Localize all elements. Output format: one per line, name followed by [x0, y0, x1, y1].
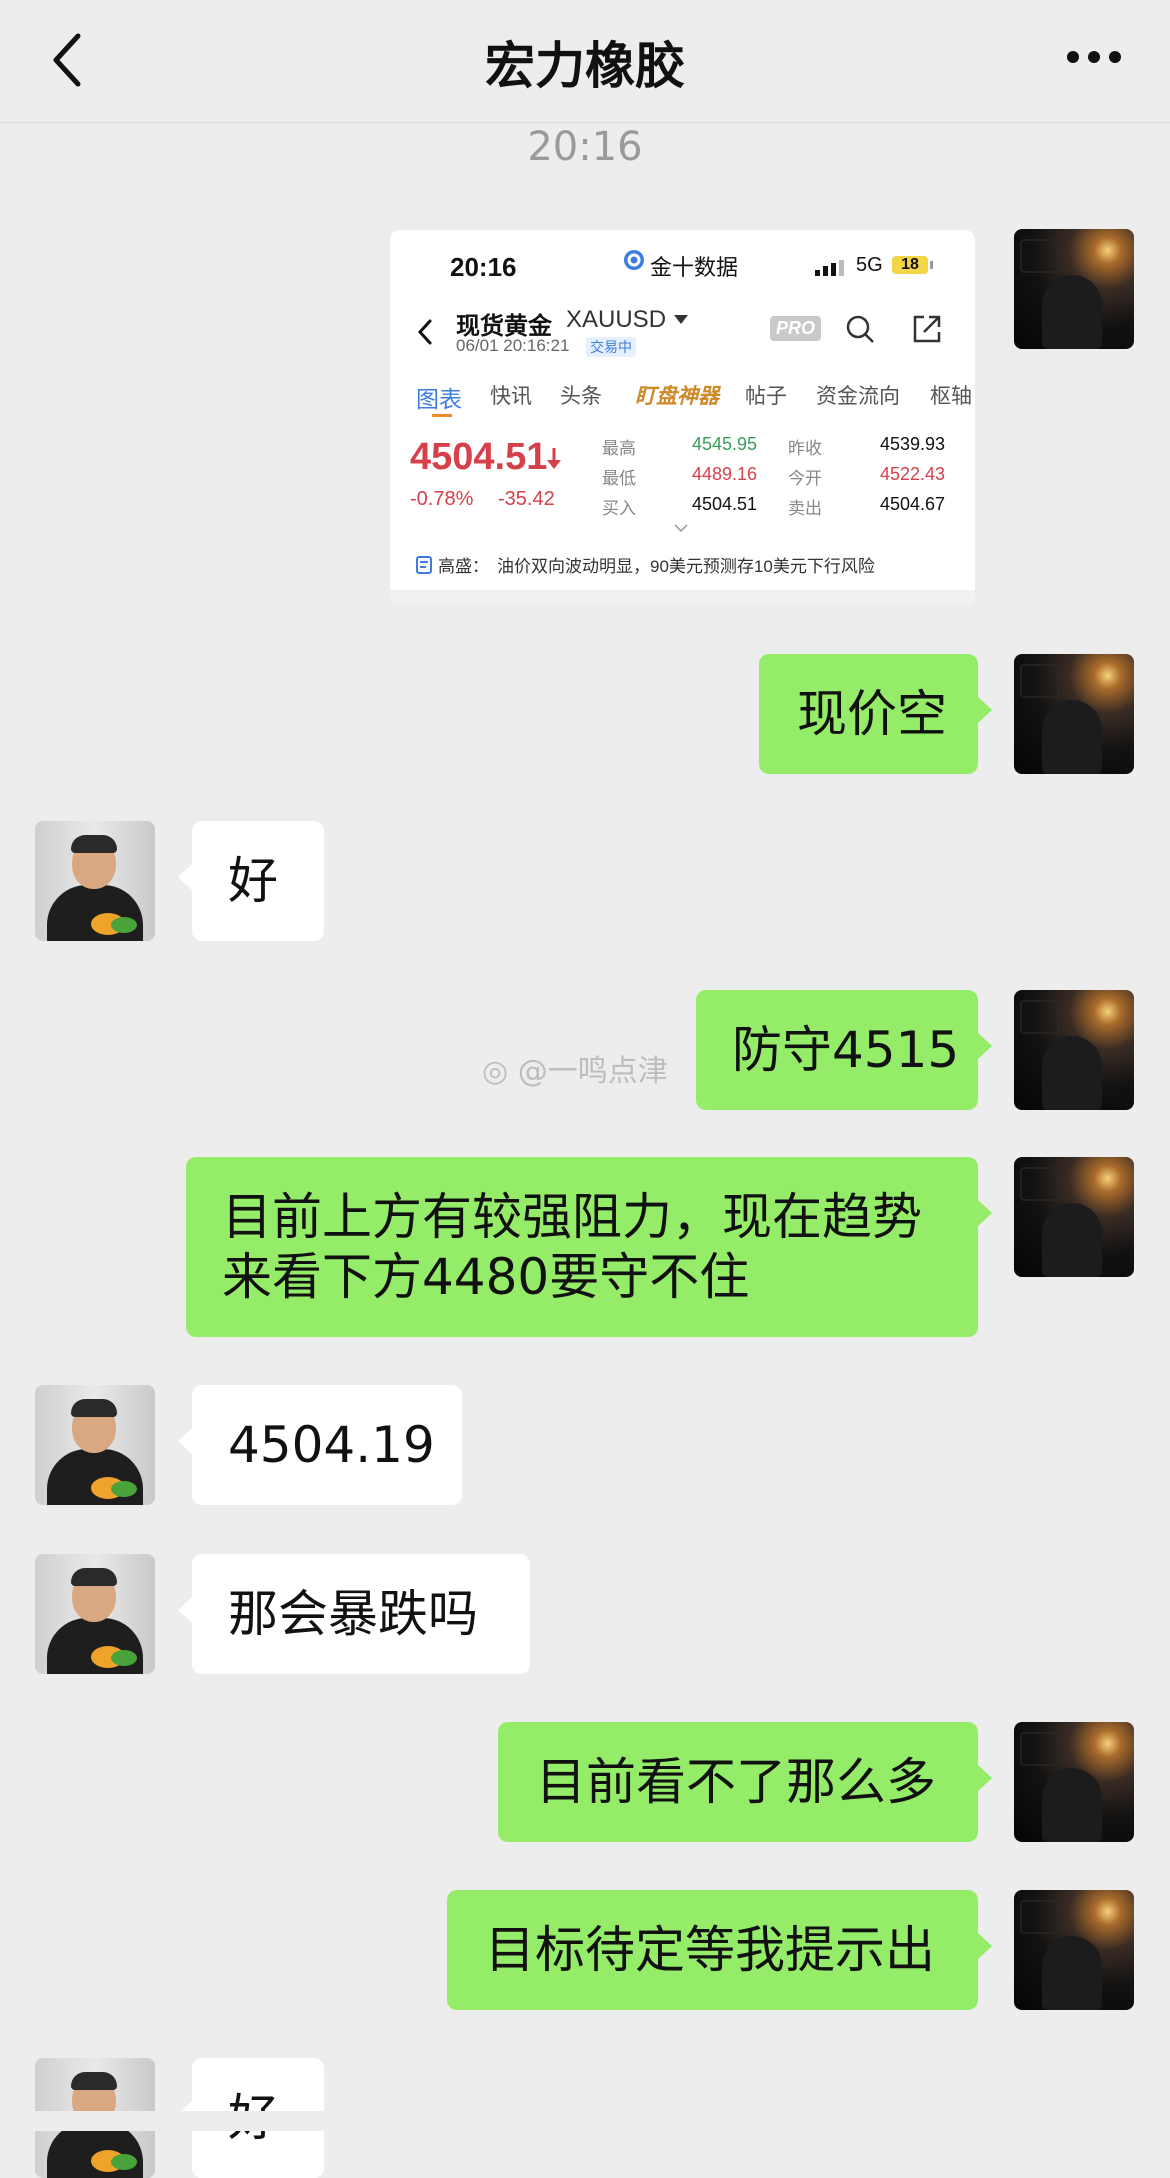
search-icon	[846, 315, 874, 343]
avatar-contact[interactable]	[35, 1385, 155, 1505]
stat-value: 4522.43	[880, 464, 946, 484]
stat-value: 4504.67	[880, 494, 946, 514]
dropdown-icon	[674, 315, 688, 324]
message-text-line-2: 来看下方4480要守不住	[222, 1248, 750, 1306]
message-bubble-sent[interactable]: 目前上方有较强阻力，现在趋势 来看下方4480要守不住	[186, 1157, 992, 1337]
message-bubble-received[interactable]: 4504.19	[178, 1385, 462, 1505]
card-tab-2: 头条	[560, 385, 602, 408]
message-text: 那会暴跌吗	[228, 1585, 478, 1643]
message-timestamp: 20:16	[527, 124, 643, 170]
avatar-self[interactable]	[1014, 990, 1134, 1110]
network-label: 5G	[856, 254, 883, 276]
stat-value: 4504.51	[692, 494, 758, 514]
watermark: ◎ @一鸣点津	[482, 1054, 668, 1089]
expand-chevron-icon	[674, 524, 688, 532]
tab-underline	[432, 414, 452, 417]
bottom-edge	[0, 2111, 1170, 2131]
stat-label: 今开	[788, 469, 822, 488]
news-icon	[416, 556, 432, 574]
message-text: 好	[228, 852, 278, 910]
price-value: 4504.51	[410, 436, 548, 478]
signal-icon	[815, 260, 844, 276]
card-tab-5: 资金流向	[816, 385, 900, 408]
image-message[interactable]: 20:16 金十数据 5G 18 现货黄金 XAUUSD 06/01 20:16…	[390, 230, 975, 605]
stat-label: 最高	[602, 439, 636, 458]
arrow-down-icon	[547, 448, 561, 469]
card-footer-strip	[390, 590, 975, 605]
quote-datetime: 06/01 20:16:21	[456, 336, 570, 355]
message-text: 4504.19	[228, 1416, 435, 1474]
avatar-self[interactable]	[1014, 1890, 1134, 2010]
stat-value: 4545.95	[692, 434, 758, 454]
stat-label: 昨收	[788, 439, 822, 458]
stat-label: 最低	[602, 469, 636, 488]
message-text-line-1: 目前上方有较强阻力，现在趋势	[222, 1188, 922, 1246]
stat-value: 4539.93	[880, 434, 946, 454]
share-icon	[913, 315, 941, 343]
message-text: 目前看不了那么多	[536, 1753, 936, 1811]
card-tab-0: 图表	[416, 386, 462, 412]
avatar-contact[interactable]	[35, 821, 155, 941]
card-back-icon	[417, 319, 432, 345]
avatar-self[interactable]	[1014, 1722, 1134, 1842]
news-headline: 油价双向波动明显，90美元预测存10美元下行风险	[497, 557, 875, 576]
stat-label: 买入	[602, 499, 636, 518]
card-tab-3: 盯盘神器	[635, 385, 719, 408]
battery-tip	[930, 261, 933, 269]
battery-badge: 18	[892, 256, 928, 274]
avatar-self[interactable]	[1014, 654, 1134, 774]
more-dots-icon[interactable]	[1066, 50, 1122, 64]
app-name: 金十数据	[650, 255, 739, 280]
trading-status: 交易中	[586, 337, 636, 357]
change-pct: -0.78%	[410, 488, 474, 510]
news-source: 高盛：	[438, 557, 489, 576]
card-tab-4: 帖子	[745, 385, 787, 408]
message-bubble-received[interactable]: 好	[178, 821, 324, 941]
message-text: 现价空	[797, 685, 947, 743]
instrument-code: XAUUSD	[566, 306, 667, 333]
message-bubble-sent[interactable]: 现价空	[759, 654, 992, 774]
avatar-contact[interactable]	[35, 1554, 155, 1674]
app-logo-icon	[624, 250, 644, 270]
chat-title: 宏力橡胶	[485, 37, 685, 95]
message-text: 防守4515	[732, 1021, 960, 1079]
change-abs: -35.42	[498, 488, 555, 510]
message-text: 目标待定等我提示出	[485, 1921, 935, 1979]
message-bubble-received[interactable]: 那会暴跌吗	[178, 1554, 530, 1674]
message-bubble-sent[interactable]: 目标待定等我提示出	[447, 1890, 992, 2010]
message-bubble-sent[interactable]: 防守4515	[696, 990, 992, 1110]
watermark-text: @一鸣点津	[517, 1054, 668, 1089]
message-bubble-sent[interactable]: 目前看不了那么多	[498, 1722, 992, 1842]
stat-label: 卖出	[788, 499, 822, 518]
avatar-self[interactable]	[1014, 229, 1134, 349]
news-source-text: 高盛	[438, 557, 472, 576]
card-tab-1: 快讯	[490, 385, 532, 408]
status-time: 20:16	[450, 252, 517, 282]
stat-value: 4489.16	[692, 464, 758, 484]
pro-badge: PRO	[770, 316, 822, 341]
card-tab-6: 枢轴	[930, 385, 972, 408]
avatar-self[interactable]	[1014, 1157, 1134, 1277]
